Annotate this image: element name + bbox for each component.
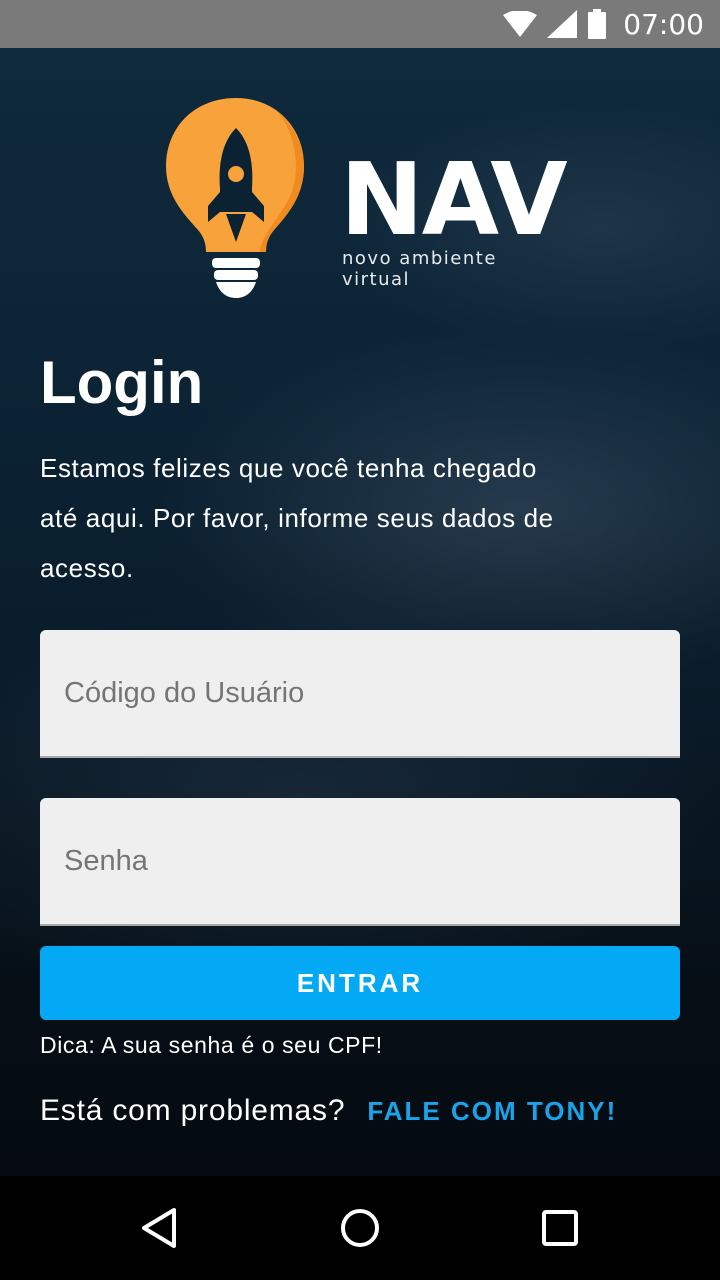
intro-text: Estamos felizes que você tenha chegado a…	[40, 453, 554, 583]
help-row: Está com problemas? FALE COM TONY!	[40, 1094, 617, 1128]
logo-wordmark: NAV	[340, 141, 568, 258]
app-screen: 07:00 NAV novo ambiente virtual Login Es…	[0, 0, 720, 1280]
login-background: NAV novo ambiente virtual Login Estamos …	[0, 48, 720, 1176]
help-question: Está com problemas?	[40, 1094, 346, 1127]
user-code-input[interactable]	[40, 630, 680, 756]
recent-apps-icon[interactable]	[538, 1206, 582, 1250]
contact-tony-link[interactable]: FALE COM TONY!	[367, 1096, 617, 1127]
password-tip: Dica: A sua senha é o seu CPF!	[40, 1032, 383, 1058]
enter-button[interactable]: ENTRAR	[40, 946, 680, 1020]
back-icon[interactable]	[138, 1206, 182, 1250]
navigation-bar	[0, 1176, 720, 1280]
wifi-icon	[503, 11, 538, 37]
nav-logo: NAV novo ambiente virtual	[164, 96, 568, 306]
battery-icon	[587, 9, 607, 39]
password-field[interactable]	[40, 798, 680, 926]
status-bar: 07:00	[0, 0, 720, 48]
logo-tagline: novo ambiente virtual	[342, 248, 497, 290]
page-title: Login	[40, 349, 204, 416]
signal-icon	[547, 10, 578, 38]
status-time: 07:00	[623, 7, 704, 41]
rocket-lightbulb-icon	[166, 98, 304, 298]
password-input[interactable]	[40, 798, 680, 924]
home-icon[interactable]	[338, 1206, 382, 1250]
user-code-field[interactable]	[40, 630, 680, 758]
